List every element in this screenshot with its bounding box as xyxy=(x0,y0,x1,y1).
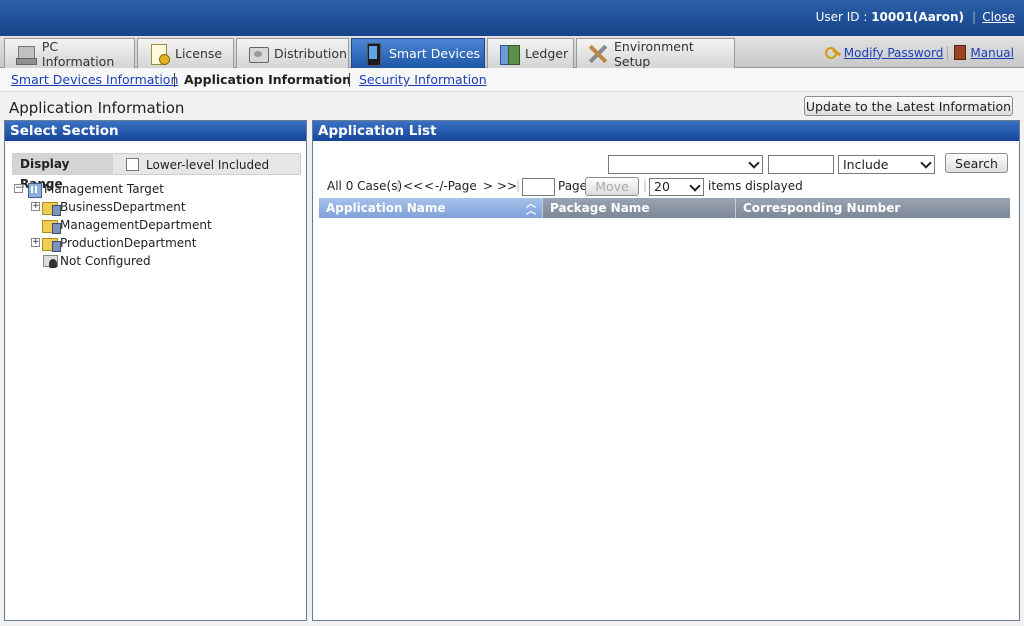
display-range-bar: Display Range Lower-level Included xyxy=(12,153,301,191)
result-count: All 0 Case(s) xyxy=(327,179,403,193)
top-header: User ID : 10001(Aaron) | Close xyxy=(0,0,1024,36)
tab-label: Smart Devices xyxy=(389,46,481,61)
filter-keyword-input[interactable] xyxy=(768,155,834,174)
header-divider: | xyxy=(971,10,976,24)
divider: | xyxy=(516,178,521,192)
tree-node-label: Not Configured xyxy=(60,254,151,268)
application-table-header: Application Name ︿ ︿ Package Name Corresp… xyxy=(319,198,1010,218)
building-icon xyxy=(26,181,42,198)
tab-environment-setup[interactable]: Environment Setup xyxy=(576,38,735,69)
divider xyxy=(349,73,350,87)
chevron-down-icon xyxy=(748,157,760,169)
last-page-button[interactable]: >> xyxy=(497,179,517,193)
tab-smart-devices[interactable]: Smart Devices xyxy=(351,38,485,68)
sort-ascending-icon[interactable]: ︿ ︿ xyxy=(526,200,536,217)
tab-label: License xyxy=(175,46,223,61)
items-per-page-select[interactable]: 20 xyxy=(649,178,704,196)
application-list-panel: Application List Include Search All 0 Ca… xyxy=(312,120,1020,621)
panel-title: Select Section xyxy=(5,121,306,141)
items-displayed-label: items displayed xyxy=(708,179,803,193)
pc-icon xyxy=(15,43,37,65)
lower-level-checkbox[interactable] xyxy=(126,158,139,171)
next-page-button[interactable]: > xyxy=(483,179,493,193)
tab-label: Distribution xyxy=(274,46,347,61)
top-right-links: Modify Password Manual xyxy=(824,45,1014,60)
tree-node-label: ProductionDepartment xyxy=(60,236,197,250)
page-indicator: -/-Page xyxy=(435,179,477,193)
tab-license[interactable]: License xyxy=(137,38,234,68)
tab-label: Ledger xyxy=(525,46,569,61)
key-icon xyxy=(824,46,841,60)
license-icon xyxy=(148,43,170,65)
tree-node-label: BusinessDepartment xyxy=(60,200,186,214)
tree-node-label: Management Target xyxy=(44,182,164,196)
folder-icon xyxy=(42,200,61,216)
column-label: Application Name xyxy=(326,201,446,215)
subnav-security-information[interactable]: Security Information xyxy=(359,72,487,87)
pagination-bar: All 0 Case(s) xyxy=(327,179,402,193)
select-section-panel: Select Section Display Range Lower-level… xyxy=(4,120,307,621)
chevron-down-icon xyxy=(689,180,701,192)
expand-icon[interactable]: + xyxy=(31,202,40,211)
divider xyxy=(947,45,949,60)
ledger-icon xyxy=(498,43,520,65)
search-button[interactable]: Search xyxy=(945,153,1008,173)
column-application-name[interactable]: Application Name ︿ ︿ xyxy=(319,198,543,218)
close-link[interactable]: Close xyxy=(982,10,1015,24)
user-id-label: User ID : xyxy=(815,10,872,24)
prev-page-button[interactable]: < xyxy=(424,179,434,193)
user-id: User ID : 10001(Aaron) xyxy=(816,10,964,24)
subnav-application-information[interactable]: Application Information xyxy=(184,72,351,87)
tab-ledger[interactable]: Ledger xyxy=(487,38,574,68)
panel-title: Application List xyxy=(313,121,1019,141)
smart-device-icon xyxy=(362,42,384,66)
tab-label: PC Information xyxy=(41,38,115,69)
page-number-input[interactable] xyxy=(522,178,555,196)
folder-icon xyxy=(42,218,61,234)
divider: | xyxy=(396,178,401,192)
modify-password-link[interactable]: Modify Password xyxy=(844,46,944,60)
column-label: Corresponding Number xyxy=(743,201,901,215)
main-tab-bar: PC Information License Distribution Smar… xyxy=(0,36,1024,69)
collapse-icon[interactable]: − xyxy=(14,184,23,193)
column-package-name[interactable]: Package Name xyxy=(543,198,736,218)
filter-field-select[interactable] xyxy=(608,155,763,174)
filter-match-select[interactable]: Include xyxy=(838,155,935,174)
page-label: Page xyxy=(558,179,588,193)
divider: | xyxy=(643,178,648,192)
tools-icon xyxy=(587,43,609,65)
tab-pc-information[interactable]: PC Information xyxy=(4,38,135,69)
page-title: Application Information xyxy=(9,99,185,117)
subnav-smart-devices-information[interactable]: Smart Devices Information xyxy=(11,72,178,87)
column-corresponding-number[interactable]: Corresponding Number xyxy=(736,198,1010,218)
book-icon xyxy=(954,45,967,60)
folder-icon xyxy=(42,236,61,252)
first-page-button[interactable]: << xyxy=(403,179,423,193)
distribution-icon xyxy=(247,43,269,65)
divider xyxy=(174,73,175,87)
lower-level-label: Lower-level Included xyxy=(146,158,270,172)
update-latest-button[interactable]: Update to the Latest Information xyxy=(804,96,1013,116)
items-per-page-value: 20 xyxy=(654,179,670,194)
sub-navigation: Smart Devices Information Application In… xyxy=(0,68,1024,92)
tree-node-label: ManagementDepartment xyxy=(60,218,212,232)
user-id-value: 10001(Aaron) xyxy=(871,10,964,24)
unassigned-user-icon xyxy=(43,253,59,268)
tab-distribution[interactable]: Distribution xyxy=(236,38,349,68)
chevron-down-icon xyxy=(920,157,932,169)
manual-link[interactable]: Manual xyxy=(970,46,1014,60)
filter-match-value: Include xyxy=(843,157,889,172)
display-range-label: Display Range xyxy=(13,154,113,191)
tab-label: Environment Setup xyxy=(613,38,694,69)
column-label: Package Name xyxy=(550,201,650,215)
expand-icon[interactable]: + xyxy=(31,238,40,247)
move-button[interactable]: Move xyxy=(585,177,639,196)
